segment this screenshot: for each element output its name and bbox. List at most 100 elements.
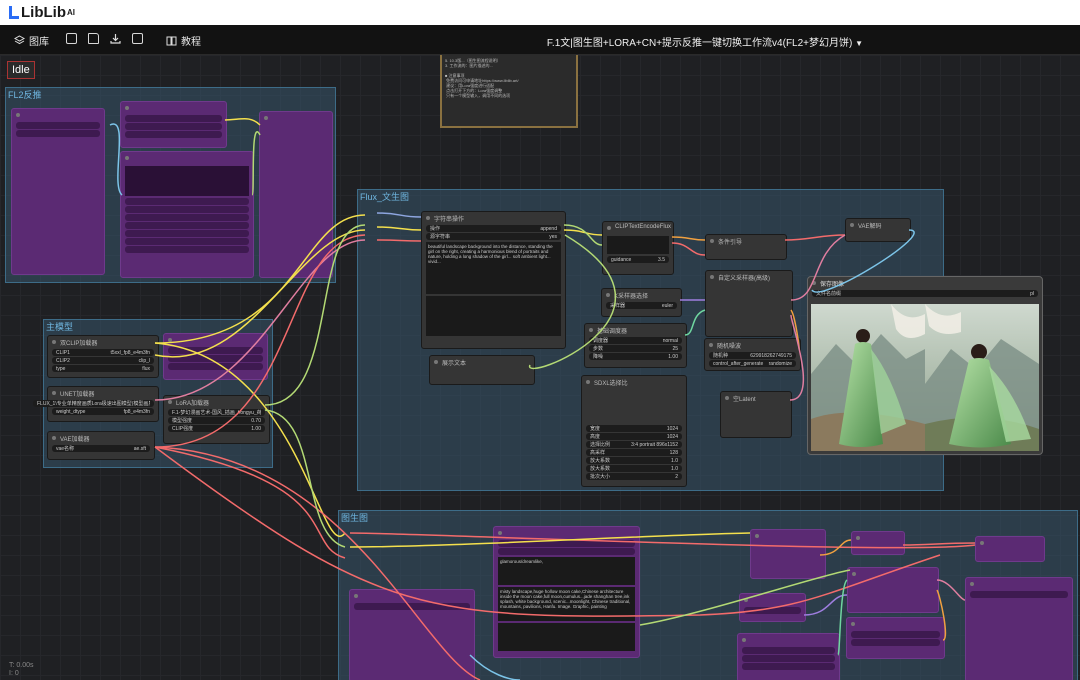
node-widget[interactable] (498, 548, 635, 555)
save-image-node[interactable]: 保存图像 文件名前缀 pl (807, 276, 1043, 455)
source-string-widget[interactable]: 源字符串 yes (426, 233, 561, 240)
node-widget[interactable] (125, 214, 249, 221)
node-widget[interactable] (125, 246, 249, 253)
vae-name-widget[interactable]: vae名称 ae.sft (52, 445, 150, 452)
unet-name-widget[interactable]: FLUX_1\专业单精度画质Lora极速出图模型(模型画质优化工作室_FLUX.… (33, 400, 154, 407)
basic-scheduler-node[interactable]: 基础调度器 调度器 normal 步数 25 降噪 1.00 (584, 323, 687, 368)
vae-decode-node[interactable]: VAE解码 (845, 218, 911, 242)
node-widget[interactable] (125, 198, 249, 205)
seed-widget[interactable]: 随机种 629918262749175 (709, 352, 796, 359)
height-widget[interactable]: 高度 1024 (586, 433, 682, 440)
node-canvas[interactable]: Idle FL2反推 主模型 Flux_文生图 图生图 5. 10.3版...（… (0, 55, 1080, 680)
node-title: 双CLIP加载器 (48, 336, 158, 348)
node-widget[interactable] (16, 130, 100, 137)
node-header (260, 112, 332, 124)
sampler-widget[interactable]: 采样器 euler (606, 302, 677, 309)
operation-widget[interactable]: 操作 append (426, 225, 561, 232)
i2i-guidance-node-bypassed[interactable] (851, 531, 905, 555)
node-title: 字符串操作 (422, 212, 565, 224)
liblib-logo[interactable]: LibLib AI (9, 4, 75, 21)
node-widget[interactable] (168, 355, 263, 362)
lora-name-widget[interactable]: F.1-梦幻漫画艺术-国风_插画_hongyu_荷鲜梦 (168, 409, 265, 416)
filename-prefix-widget[interactable]: 文件名前缀 pl (812, 290, 1038, 297)
node-title: VAE加载器 (48, 432, 154, 444)
node-textarea[interactable] (125, 166, 249, 196)
batch-size-widget[interactable]: 批次大小 2 (586, 473, 682, 480)
workflow-title[interactable]: F.1文|图生图+LORA+CN+提示反推一键切换工作流v4(FL2+梦幻月饼)… (0, 34, 1080, 49)
status-readout: T: 0.00s I: 0 (9, 662, 34, 677)
node-title: CLIPTextEncodeFlux (603, 222, 673, 234)
type-widget[interactable]: type flux (52, 365, 154, 372)
node-widget[interactable] (125, 206, 249, 213)
i2i-vae-decode-node-bypassed[interactable] (975, 536, 1045, 562)
scale-widget-2[interactable]: 放大系数 1.0 (586, 465, 682, 472)
aspect-widget[interactable]: 选择比例 3:4 portrait 896x1152 (586, 441, 682, 448)
i2i-prompt-node-bypassed[interactable]: glamorous/dreamlike, misty landscape,hug… (493, 526, 640, 658)
i2i-ksampler-select-node-bypassed[interactable] (739, 593, 806, 622)
florence-loader-node-bypassed[interactable] (120, 101, 227, 148)
logo-mark-icon (9, 6, 19, 19)
clip-textarea[interactable] (607, 236, 669, 254)
clip-text-encode-flux-node[interactable]: CLIPTextEncodeFlux guidance 3.5 (602, 221, 674, 275)
show-text-node[interactable]: 展示文本 (429, 355, 535, 385)
string-op-node[interactable]: 字符串操作 操作 append 源字符串 yes beautiful landsca… (421, 211, 566, 349)
node-widget[interactable] (125, 230, 249, 237)
i2i-empty-textarea[interactable] (498, 623, 635, 651)
node-widget[interactable] (125, 222, 249, 229)
i2i-load-image-node-bypassed[interactable] (349, 589, 475, 680)
i2i-scheduler-node-bypassed[interactable] (737, 633, 840, 680)
model-strength-widget[interactable]: 模型强度 0.70 (168, 417, 265, 424)
clip1-widget[interactable]: CLIP1 t5xxl_fp8_e4m3fn (52, 349, 154, 356)
status-badge: Idle (7, 61, 35, 79)
load-image-node-bypassed[interactable] (11, 108, 105, 275)
node-title: LoRA加载器 (164, 396, 269, 408)
k-sampler-select-node[interactable]: K采样器选择 采样器 euler (601, 288, 682, 317)
i2i-clip-node-bypassed[interactable] (750, 529, 826, 579)
scale-widget[interactable]: 放大系数 1.0 (586, 457, 682, 464)
node-widget[interactable] (125, 115, 222, 122)
clip-strength-widget[interactable]: CLIP强度 1.00 (168, 425, 265, 432)
control-after-generate-widget[interactable]: control_after_generate randomize (709, 360, 796, 367)
empty-latent-node[interactable]: 空Latent (720, 391, 792, 438)
note-node[interactable]: 5. 10.3版...（图生图流程说明） 3. 工作流的：图片描述的... ■ … (440, 55, 578, 128)
i2i-desc-textarea[interactable]: misty landscape,huge hollow moon cake,Ch… (498, 587, 635, 621)
secondary-textarea[interactable] (426, 296, 561, 336)
node-widget[interactable] (125, 123, 222, 130)
workflow-title-text: F.1文|图生图+LORA+CN+提示反推一键切换工作流v4(FL2+梦幻月饼) (546, 38, 853, 49)
width-widget[interactable]: 宽度 1024 (586, 425, 682, 432)
show-text-node-bypassed[interactable] (259, 111, 333, 278)
lora-node-bypassed[interactable] (163, 333, 268, 380)
i2i-noise-node-bypassed[interactable] (846, 617, 945, 659)
lora-loader-node[interactable]: LoRA加载器 F.1-梦幻漫画艺术-国风_插画_hongyu_荷鲜梦 模型强度… (163, 395, 270, 444)
i2i-sampler-node-bypassed[interactable] (847, 567, 939, 613)
prompt-textarea[interactable]: beautiful landscape background into the … (426, 242, 561, 294)
node-widget[interactable] (125, 131, 222, 138)
florence-run-node-bypassed[interactable] (120, 151, 254, 278)
i2i-save-node-bypassed[interactable] (965, 577, 1073, 680)
dual-clip-loader-node[interactable]: 双CLIP加载器 CLIP1 t5xxl_fp8_e4m3fn CLIP2 clip… (47, 335, 159, 378)
random-noise-node[interactable]: 随机噪波 随机种 629918262749175 control_after_ge… (704, 338, 801, 371)
node-widget[interactable] (498, 540, 635, 547)
guidance-widget[interactable]: guidance 3.5 (607, 256, 669, 263)
scheduler-widget[interactable]: 调度器 normal (589, 337, 682, 344)
denoise-widget[interactable]: 降噪 1.00 (589, 353, 682, 360)
node-widget[interactable] (354, 603, 470, 610)
clip2-widget[interactable]: CLIP2 clip_l (52, 357, 154, 364)
i2i-prompt-textarea[interactable]: glamorous/dreamlike, (498, 557, 635, 585)
group-title: 图生图 (341, 513, 369, 523)
sdxl-resolution-node[interactable]: SDXL选择比 宽度 1024 高度 1024 选择比例 3:4 portrait 8… (581, 375, 687, 487)
generated-images-preview[interactable] (811, 304, 1039, 451)
weight-dtype-widget[interactable]: weight_dtype fp8_e4m3fn (52, 408, 154, 415)
node-widget[interactable] (168, 347, 263, 354)
brand-bar: LibLib AI (0, 0, 1080, 25)
custom-sampler-node[interactable]: 自定义采样器(高级) (705, 270, 793, 337)
upsample-widget[interactable]: 高采样 128 (586, 449, 682, 456)
node-widget[interactable] (16, 122, 100, 129)
node-widget[interactable] (125, 238, 249, 245)
vae-loader-node[interactable]: VAE加载器 vae名称 ae.sft (47, 431, 155, 460)
steps-widget[interactable]: 步数 25 (589, 345, 682, 352)
node-widget[interactable] (168, 363, 263, 370)
unet-loader-node[interactable]: UNET加载器 FLUX_1\专业单精度画质Lora极速出图模型(模型画质优化工… (33, 386, 159, 422)
node-header (121, 102, 226, 114)
conditioning-node[interactable]: 条件引导 (705, 234, 787, 260)
